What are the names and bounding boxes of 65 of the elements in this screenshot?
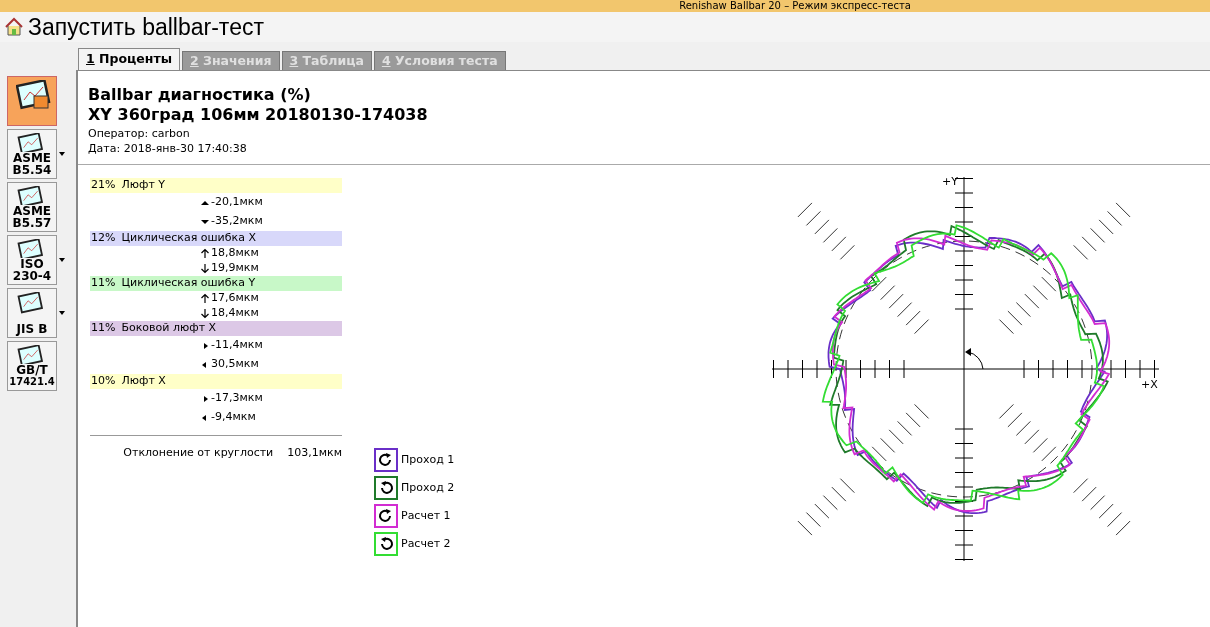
reading-value: 18,8мкм [211, 245, 259, 262]
date-text: Дата: 2018-янв-30 17:40:38 [88, 141, 248, 156]
report-button[interactable] [7, 76, 57, 126]
standard-label: 17421.4 [9, 376, 55, 388]
dropdown-caret-icon[interactable] [59, 258, 65, 262]
reading-value: 30,5мкм [211, 356, 259, 373]
standard-button[interactable]: ISO 230-4 [7, 235, 57, 285]
reading-value: 18,4мкм [211, 305, 259, 322]
legend-label: Проход 1 [401, 451, 455, 468]
standard-label: GB/T [16, 364, 48, 376]
percent-text: 12% [91, 230, 116, 247]
roundness-label: Отклонение от круглости [123, 445, 274, 461]
operator-text: Оператор: carbon [88, 126, 191, 141]
standard-button[interactable]: ASME B5.57 [7, 182, 57, 232]
diagnostic-label: Люфт X [121, 373, 166, 390]
chart-monitor-icon [16, 80, 52, 110]
reading-value: -11,4мкм [211, 337, 263, 354]
dropdown-caret-icon[interactable] [59, 311, 65, 315]
standard-label: JIS B [16, 323, 48, 335]
diagnostic-label: Боковой люфт X [121, 320, 217, 337]
chart-monitor-icon [16, 133, 46, 155]
down-arrow-icon [200, 308, 210, 319]
legend-label: Проход 2 [401, 479, 455, 496]
chart-monitor-icon [16, 186, 46, 208]
reading-value: -9,4мкм [211, 409, 256, 426]
standard-label: B5.57 [12, 217, 52, 229]
percent-text: 10% [91, 373, 116, 390]
reading-value: -20,1мкм [211, 194, 263, 211]
tab[interactable]: 1 Проценты [78, 48, 180, 70]
report-subtitle: XY 360град 106мм 20180130-174038 [88, 105, 429, 125]
window-title: Renishaw Ballbar 20 – Режим экспресс-теста [679, 0, 911, 12]
chart-monitor-icon [16, 239, 46, 261]
up-arrow-icon [200, 248, 210, 259]
home-icon[interactable] [4, 17, 24, 37]
percent-text: 21% [91, 177, 116, 194]
up-arrow-icon [200, 293, 210, 304]
report-title: Ballbar диагностика (%) [88, 85, 312, 105]
down-arrow-icon [200, 263, 210, 274]
standard-button[interactable]: JIS B [7, 288, 57, 338]
percent-text: 11% [91, 275, 116, 292]
diagnostic-label: Циклическая ошибка Y [121, 275, 256, 292]
reading-value: 19,9мкм [211, 260, 259, 277]
standard-label: ASME [12, 205, 52, 217]
y-axis-label: +Y [942, 175, 958, 188]
standard-label: B5.54 [12, 164, 52, 176]
diagnostic-label: Люфт Y [121, 177, 165, 194]
legend-label: Расчет 1 [401, 507, 451, 524]
roundness-value: 103,1мкм [287, 445, 342, 461]
page-title: Запустить ballbar-тест [28, 12, 264, 42]
percent-text: 11% [91, 320, 116, 337]
chart-monitor-icon [16, 345, 46, 367]
legend-label: Расчет 2 [401, 535, 451, 552]
standard-label: ASME [12, 152, 52, 164]
standard-label: 230-4 [12, 270, 52, 282]
reading-value: -35,2мкм [211, 213, 263, 230]
dropdown-caret-icon[interactable] [59, 152, 65, 156]
chart-monitor-icon [16, 292, 46, 314]
standard-button[interactable]: ASME B5.54 [7, 129, 57, 179]
standard-button[interactable]: GB/T 17421.4 [7, 341, 57, 391]
direction-arrow-icon [965, 348, 984, 370]
standard-label: ISO [20, 258, 44, 270]
x-axis-label: +X [1141, 378, 1158, 391]
reading-value: -17,3мкм [211, 390, 263, 407]
reading-value: 17,6мкм [211, 290, 259, 307]
diagnostic-label: Циклическая ошибка X [121, 230, 256, 247]
